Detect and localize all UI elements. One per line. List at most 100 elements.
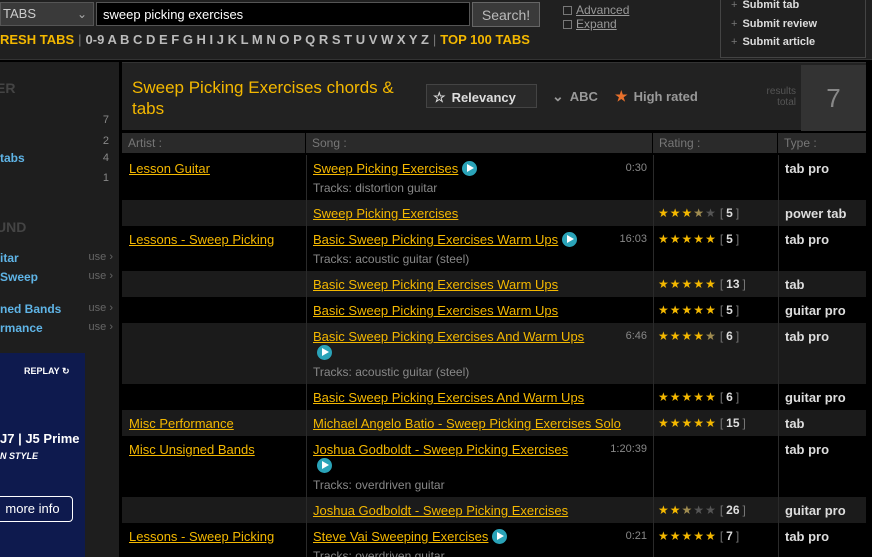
alphabet-links[interactable]: 0-9 A B C D E F G H I J K L M N O P Q R …	[86, 32, 429, 47]
rating-cell: ★★★★★[5]	[653, 200, 778, 226]
song-cell: Basic Sweep Picking Exercises Warm Ups	[306, 297, 653, 323]
type-cell: tab	[778, 271, 866, 297]
play-icon[interactable]	[562, 232, 578, 247]
fresh-tabs-link[interactable]: RESH TABS	[0, 32, 74, 47]
song-title: Joshua Godboldt - Sweep Picking Exercise…	[313, 503, 569, 518]
advanced-link[interactable]: Advanced	[576, 3, 629, 17]
sort-high-rated-button[interactable]: ★ High rated	[615, 84, 698, 108]
column-header-song[interactable]: Song :	[306, 133, 652, 153]
column-header-rating[interactable]: Rating :	[653, 133, 777, 153]
star-icon: ★	[681, 232, 694, 246]
song-cell: Joshua Godboldt - Sweep Picking Exercise…	[306, 436, 653, 497]
rating-votes: [7]	[719, 529, 740, 543]
song-duration: 0:21	[625, 530, 647, 542]
play-icon[interactable]	[317, 458, 332, 473]
song-tracks: Tracks: overdriven guitar	[313, 549, 445, 557]
advanced-search[interactable]: Advanced	[563, 3, 629, 17]
type-cell: tab pro	[778, 323, 866, 384]
sidebar-item-performance[interactable]: rmance	[0, 321, 43, 335]
tab-type: tab	[785, 277, 805, 292]
ad-more-info-button[interactable]: more info	[0, 496, 73, 522]
song-link[interactable]: Basic Sweep Picking Exercises And Warm U…	[313, 329, 603, 361]
rating-votes: [13]	[719, 277, 746, 291]
star-icon: ★	[693, 529, 706, 543]
star-icon: ★	[681, 303, 694, 317]
column-header-artist[interactable]: Artist :	[122, 133, 305, 153]
song-link[interactable]: Steve Vai Sweeping Exercises	[313, 529, 508, 544]
sort-relevancy-button[interactable]: ☆ Relevancy	[426, 84, 537, 108]
star-icon: ★	[681, 529, 694, 543]
page-title: Sweep Picking Exercises chords & tabs	[132, 78, 394, 118]
top-100-link[interactable]: TOP 100 TABS	[440, 32, 530, 47]
song-cell: Basic Sweep Picking Exercises And Warm U…	[306, 384, 653, 410]
song-link[interactable]: Michael Angelo Batio - Sweep Picking Exe…	[313, 416, 621, 431]
star-icon: ★	[705, 329, 717, 343]
star-icon: ★	[658, 303, 670, 317]
results-panel: Sweep Picking Exercises chords & tabs ☆ R…	[122, 62, 866, 557]
sidebar-item-guitar[interactable]: itar	[0, 251, 19, 265]
song-link[interactable]: Basic Sweep Picking Exercises Warm Ups	[313, 277, 558, 292]
submit-menu: + Submit tab + Submit review + Submit artic…	[720, 0, 866, 58]
artist-link[interactable]: Lesson Guitar	[129, 161, 210, 176]
results-total-count: 7	[801, 65, 866, 131]
song-duration: 16:03	[619, 233, 647, 245]
rating-cell: ★★★★★[5]	[653, 297, 778, 323]
type-cell: tab pro	[778, 155, 866, 200]
song-link[interactable]: Sweep Picking Exercises	[313, 206, 458, 221]
song-link[interactable]: Basic Sweep Picking Exercises And Warm U…	[313, 390, 584, 405]
advertisement[interactable]: REPLAY ↻ J7 | J5 Prime N STYLE more info	[0, 353, 85, 557]
sidebar-item-unsigned-bands[interactable]: ned Bands	[0, 302, 61, 316]
rating-cell: ★★★★★[5]	[653, 226, 778, 271]
column-header-type[interactable]: Type :	[778, 133, 866, 153]
table-row: Sweep Picking Exercises ★★★★★[5] power tab	[122, 200, 866, 226]
search-input[interactable]	[96, 2, 470, 26]
search-button[interactable]: Search!	[472, 2, 540, 27]
sidebar-use-link[interactable]: use ›	[89, 270, 113, 282]
star-icon: ★	[693, 503, 706, 517]
submit-article-link[interactable]: + Submit article	[731, 36, 815, 48]
sidebar-use-link[interactable]: use ›	[89, 251, 113, 263]
star-icon: ★	[705, 503, 717, 517]
tab-type: guitar pro	[785, 503, 846, 518]
star-icon: ★	[658, 277, 670, 291]
song-tracks: Tracks: distortion guitar	[313, 181, 438, 195]
song-link[interactable]: Basic Sweep Picking Exercises Warm Ups	[313, 232, 578, 247]
submit-review-label: Submit review	[742, 18, 818, 30]
artist-link[interactable]: Lessons - Sweep Picking	[129, 232, 274, 247]
artist-link[interactable]: Lessons - Sweep Picking	[129, 529, 274, 544]
sort-abc-button[interactable]: ⌄ ABC	[552, 84, 598, 108]
rating-stars: ★★★★★[5]	[658, 303, 739, 317]
song-link[interactable]: Sweep Picking Exercises	[313, 161, 478, 176]
expand-link[interactable]: Expand	[576, 17, 617, 31]
expand-search[interactable]: Expand	[563, 17, 617, 31]
submit-review-link[interactable]: + Submit review	[731, 18, 817, 30]
type-cell: tab pro	[778, 226, 866, 271]
song-link[interactable]: Joshua Godboldt - Sweep Picking Exercise…	[313, 503, 568, 518]
ad-replay[interactable]: REPLAY ↻	[24, 366, 70, 377]
tab-type: tab pro	[785, 529, 830, 544]
sidebar-use-link[interactable]: use ›	[89, 321, 113, 333]
rating-stars: ★★★★★[13]	[658, 277, 746, 291]
play-icon[interactable]	[317, 345, 332, 360]
sidebar-heading-type: ER	[0, 80, 16, 96]
sidebar-item-tabs[interactable]: tabs	[0, 151, 25, 165]
table-header: Artist : Song : Rating : Type :	[122, 133, 866, 153]
star-icon: ★	[658, 329, 670, 343]
ad-model-text: J7 | J5 Prime	[0, 431, 80, 446]
song-tracks: Tracks: acoustic guitar (steel)	[313, 365, 470, 379]
sidebar-item-sweep[interactable]: Sweep	[0, 270, 38, 284]
song-link[interactable]: Joshua Godboldt - Sweep Picking Exercise…	[313, 442, 603, 474]
rating-votes: [15]	[719, 416, 746, 430]
search-type-select[interactable]: TABS ⌄	[0, 2, 94, 26]
play-icon[interactable]	[492, 529, 508, 544]
song-title: Basic Sweep Picking Exercises Warm Ups	[313, 232, 559, 247]
song-link[interactable]: Basic Sweep Picking Exercises Warm Ups	[313, 303, 558, 318]
tab-type: tab pro	[785, 442, 830, 457]
play-icon[interactable]	[462, 161, 478, 176]
sort-label: High rated	[633, 89, 698, 104]
submit-tab-link[interactable]: + Submit tab	[731, 0, 799, 11]
artist-link[interactable]: Misc Performance	[129, 416, 234, 431]
sidebar-use-link[interactable]: use ›	[89, 302, 113, 314]
artist-link[interactable]: Misc Unsigned Bands	[129, 442, 255, 457]
star-icon: ★	[669, 206, 682, 220]
